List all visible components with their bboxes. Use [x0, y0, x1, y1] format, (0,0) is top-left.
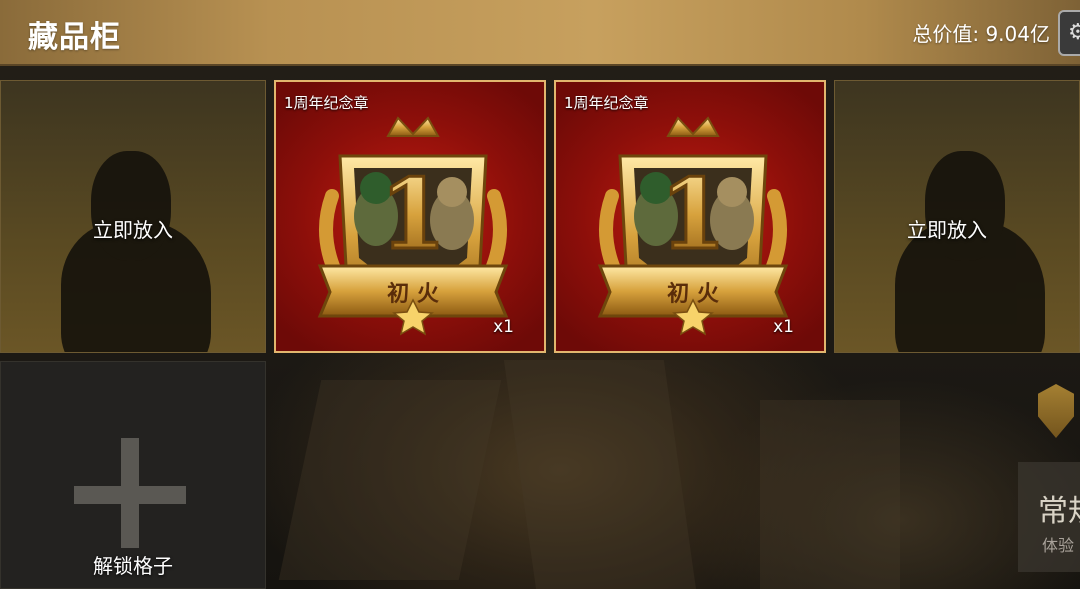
side-panel-title: 常规 — [1038, 494, 1080, 529]
background-figure — [278, 380, 502, 580]
collection-slot-empty[interactable]: 立即放入 — [834, 80, 1080, 353]
place-now-label: 立即放入 — [907, 218, 987, 242]
page-title: 藏品柜 — [28, 20, 121, 55]
place-now-label: 立即放入 — [93, 218, 173, 242]
medal-number: 1 — [380, 158, 447, 271]
item-name: 1周年纪念章 — [284, 94, 369, 112]
settings-button[interactable]: ⚙ — [1058, 10, 1080, 56]
background-figure — [503, 360, 697, 589]
item-count: x1 — [773, 317, 794, 337]
total-value: 总价值: 9.04亿 — [912, 22, 1050, 46]
collection-slot-medal[interactable]: 1周年纪念章 1 初 火 x1 — [554, 80, 826, 353]
collection-slot-medal[interactable]: 1周年纪念章 1 初 火 x1 — [274, 80, 546, 353]
unlock-slot-label: 解锁格子 — [93, 554, 173, 578]
background-figure — [760, 400, 900, 589]
collection-slot-empty[interactable]: 立即放入 — [0, 80, 266, 353]
plus-icon — [121, 438, 139, 548]
item-name: 1周年纪念章 — [564, 94, 649, 112]
anniversary-medal-icon: 1 初 火 — [597, 116, 789, 336]
anniversary-medal-icon: 1 初 火 — [317, 116, 509, 336]
side-panel-subtitle: 体验 — [1041, 536, 1074, 555]
medal-number: 1 — [660, 158, 727, 271]
top-bar: 藏品柜 总价值: 9.04亿 — [0, 0, 1080, 66]
settings-icon: ⚙ — [1068, 20, 1080, 45]
item-count: x1 — [493, 317, 514, 337]
